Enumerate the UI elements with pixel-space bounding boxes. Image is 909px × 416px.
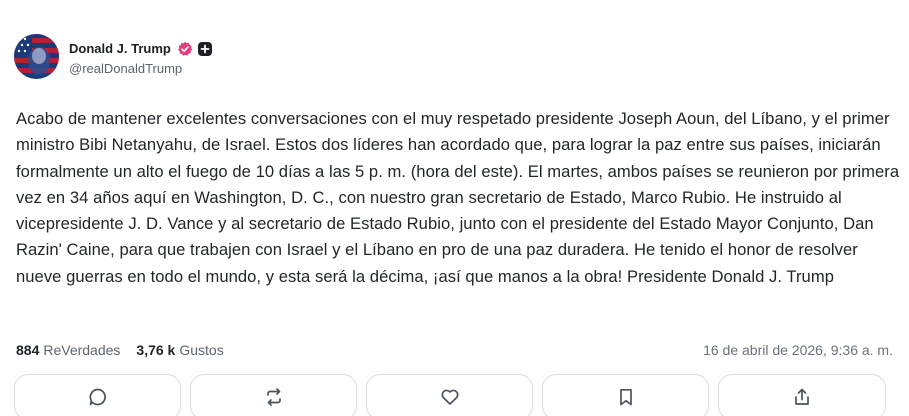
author-handle[interactable]: @realDonaldTrump xyxy=(69,61,213,76)
reply-button[interactable] xyxy=(14,374,181,416)
share-icon xyxy=(792,387,812,407)
retruths-count[interactable]: 884 xyxy=(16,342,39,358)
name-row: Donald J. Trump xyxy=(69,38,213,60)
verified-badge-icon xyxy=(177,41,193,57)
retruths-label[interactable]: ReVerdades xyxy=(43,342,120,358)
heart-icon xyxy=(440,387,460,407)
like-button[interactable] xyxy=(366,374,533,416)
post-card: Donald J. Trump @realDonaldTrump Acabo d… xyxy=(0,0,909,416)
likes-label[interactable]: Gustos xyxy=(179,342,223,358)
post-timestamp[interactable]: 16 de abril de 2026, 9:36 a. m. xyxy=(703,342,893,358)
share-button[interactable] xyxy=(718,374,886,416)
post-stats: 884 ReVerdades 3,76 k Gustos 16 de abril… xyxy=(16,339,893,361)
author-names: Donald J. Trump @realDonaldTrump xyxy=(69,38,213,76)
retruth-icon xyxy=(264,387,284,407)
post-header: Donald J. Trump @realDonaldTrump xyxy=(14,34,213,79)
bookmark-button[interactable] xyxy=(542,374,709,416)
plus-badge-icon xyxy=(197,41,213,57)
reply-icon xyxy=(88,387,108,407)
bookmark-icon xyxy=(616,387,636,407)
post-text: Acabo de mantener excelentes conversacio… xyxy=(16,109,900,286)
display-name[interactable]: Donald J. Trump xyxy=(69,41,171,56)
action-bar xyxy=(14,374,886,416)
avatar[interactable] xyxy=(14,34,59,79)
likes-count[interactable]: 3,76 k xyxy=(136,342,175,358)
retruth-button[interactable] xyxy=(190,374,357,416)
